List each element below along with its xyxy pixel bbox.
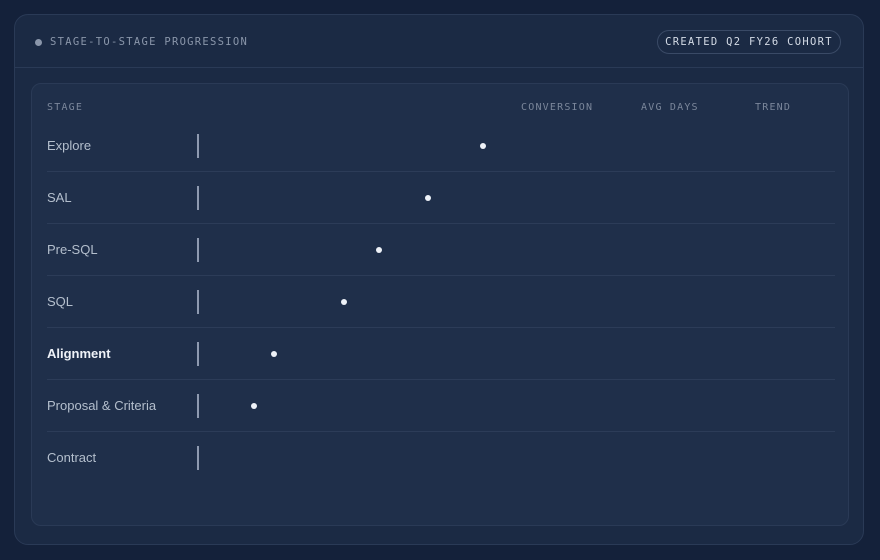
stage-baseline bbox=[197, 394, 199, 418]
stage-baseline bbox=[197, 238, 199, 262]
column-header-trend: TREND bbox=[755, 102, 792, 113]
card-title: STAGE-TO-STAGE PROGRESSION bbox=[50, 36, 249, 48]
stage-row[interactable]: SQL bbox=[47, 276, 835, 328]
stage-value-dot bbox=[250, 403, 257, 409]
progression-card: STAGE-TO-STAGE PROGRESSION CREATED Q2 FY… bbox=[14, 14, 864, 545]
stage-baseline bbox=[197, 290, 199, 314]
stage-label: Alignment bbox=[47, 346, 111, 361]
card-header: STAGE-TO-STAGE PROGRESSION CREATED Q2 FY… bbox=[15, 15, 863, 68]
stage-value-dot bbox=[375, 247, 382, 253]
stage-table: STAGE CONVERSION AVG DAYS TREND Explore S… bbox=[31, 83, 849, 526]
stage-row[interactable]: SAL bbox=[47, 172, 835, 224]
stage-baseline bbox=[197, 342, 199, 366]
stage-row[interactable]: Contract bbox=[47, 432, 835, 484]
stage-row[interactable]: Proposal & Criteria bbox=[47, 380, 835, 432]
stage-label: SQL bbox=[47, 294, 74, 309]
stage-value-dot bbox=[424, 195, 431, 201]
stage-value-dot bbox=[271, 351, 278, 357]
stage-label: SAL bbox=[47, 190, 72, 205]
stage-baseline bbox=[197, 446, 199, 470]
stage-label: Proposal & Criteria bbox=[47, 398, 157, 413]
stage-value-dot bbox=[340, 299, 347, 305]
column-header-stage: STAGE bbox=[47, 102, 84, 113]
stage-row[interactable]: Explore bbox=[47, 120, 835, 172]
stage-row[interactable]: Alignment bbox=[47, 328, 835, 380]
stage-label: Pre-SQL bbox=[47, 242, 98, 257]
stage-row[interactable]: Pre-SQL bbox=[47, 224, 835, 276]
column-header-conversion: CONVERSION bbox=[521, 102, 594, 113]
status-dot-icon bbox=[35, 39, 42, 46]
stage-label: Explore bbox=[47, 138, 92, 153]
stage-baseline bbox=[197, 134, 199, 158]
column-header-avg-days: AVG DAYS bbox=[641, 102, 699, 113]
cohort-filter-button[interactable]: CREATED Q2 FY26 COHORT bbox=[657, 30, 841, 54]
stage-value-dot bbox=[480, 143, 486, 149]
stage-label: Contract bbox=[47, 450, 97, 465]
stage-baseline bbox=[197, 186, 199, 210]
